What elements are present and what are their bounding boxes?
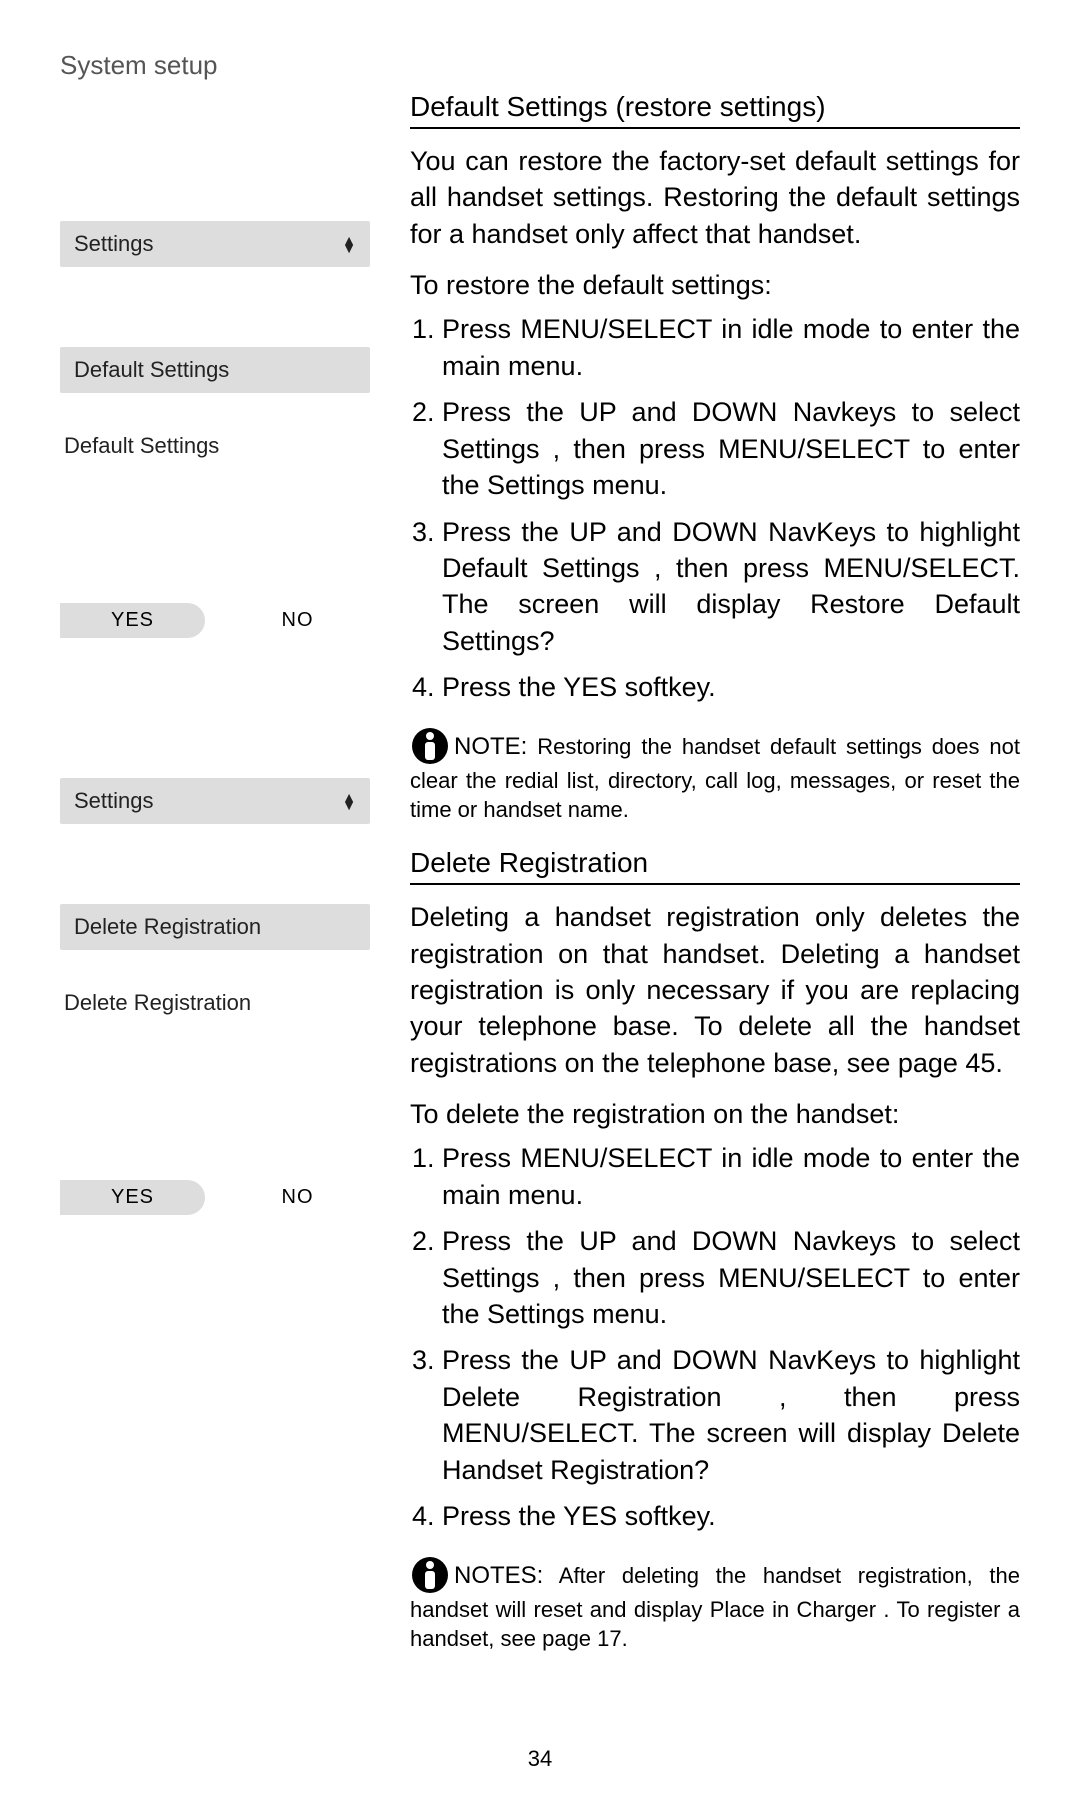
mock-default-settings-row: Default Settings [60,347,370,393]
page-header: System setup [60,50,1020,81]
section-title-default-settings: Default Settings (restore settings) [410,91,1020,129]
mock-settings-row: Settings ▲▼ [60,221,370,267]
mock-text: Settings [74,788,154,814]
step-item: Press the UP and DOWN NavKeys to highlig… [442,1342,1020,1488]
note-block: NOTES: After deleting the handset regist… [410,1555,1020,1654]
softkey-no: NO [225,603,370,638]
mock-delete-reg-row: Delete Registration [60,904,370,950]
updown-icon: ▲▼ [342,236,356,252]
softkey-row: YES NO [60,603,370,638]
lead-text: To restore the default settings: [410,270,1020,301]
steps-list: Press MENU/SELECT in idle mode to enter … [410,311,1020,705]
mock-settings-row-2: Settings ▲▼ [60,778,370,824]
step-item: Press the YES softkey. [442,1498,1020,1534]
step-item: Press the UP and DOWN Navkeys to select … [442,1223,1020,1332]
softkey-yes: YES [60,1180,205,1215]
step-item: Press the UP and DOWN Navkeys to select … [442,394,1020,503]
section-title-delete-registration: Delete Registration [410,847,1020,885]
softkey-yes: YES [60,603,205,638]
page-number: 34 [60,1746,1020,1772]
step-item: Press the UP and DOWN NavKeys to highlig… [442,514,1020,660]
note-label: NOTE: [454,733,527,760]
left-column: Settings ▲▼ Default Settings Default Set… [60,91,370,1676]
info-icon [410,1555,450,1595]
softkey-no: NO [225,1180,370,1215]
mock-default-settings-plain: Default Settings [60,423,370,469]
mock-text: Delete Registration [74,914,261,940]
step-item: Press MENU/SELECT in idle mode to enter … [442,311,1020,384]
updown-icon: ▲▼ [342,793,356,809]
right-column: Default Settings (restore settings) You … [410,91,1020,1676]
note-label: NOTES: [454,1562,543,1589]
softkey-row-2: YES NO [60,1180,370,1215]
mock-text: Default Settings [74,357,229,383]
info-icon [410,726,450,766]
note-block: NOTE: Restoring the handset default sett… [410,726,1020,825]
paragraph: You can restore the factory-set default … [410,143,1020,252]
lead-text: To delete the registration on the handse… [410,1099,1020,1130]
step-item: Press the YES softkey. [442,669,1020,705]
mock-text: Settings [74,231,154,257]
steps-list: Press MENU/SELECT in idle mode to enter … [410,1140,1020,1534]
paragraph: Deleting a handset registration only del… [410,899,1020,1081]
step-item: Press MENU/SELECT in idle mode to enter … [442,1140,1020,1213]
mock-delete-reg-plain: Delete Registration [60,980,370,1026]
